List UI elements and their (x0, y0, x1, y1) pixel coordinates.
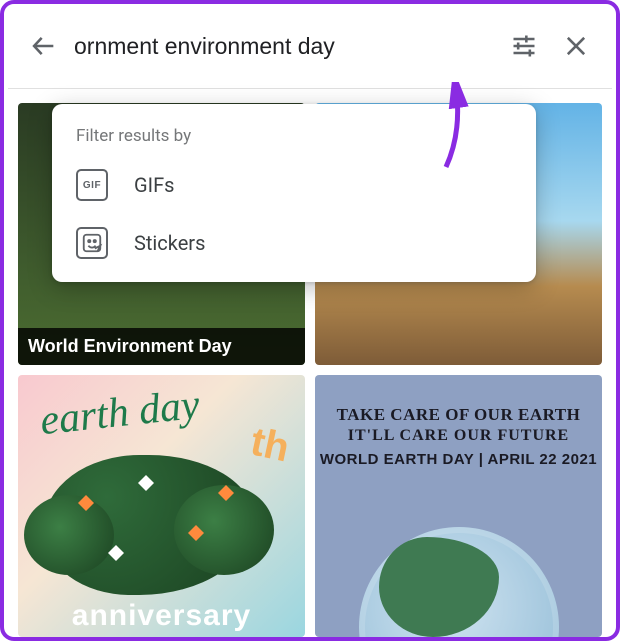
thumbnail-caption: World Environment Day (18, 328, 305, 365)
filter-option-gifs[interactable]: GIF GIFs (56, 156, 532, 214)
close-icon (562, 32, 590, 60)
thumbnail-text: WORLD EARTH DAY | APRIL 22 2021 (315, 451, 602, 468)
thumbnail-text: anniversary (18, 599, 305, 633)
search-bar (8, 4, 612, 88)
filter-option-label: GIFs (134, 173, 174, 197)
thumbnail-text: earth day (38, 381, 202, 445)
filter-popup-title: Filter results by (56, 122, 532, 156)
result-thumbnail[interactable]: TAKE CARE OF OUR EARTH IT'LL CARE OUR FU… (315, 375, 602, 637)
app-frame: World Environment Day earth day th anniv… (0, 0, 620, 641)
result-thumbnail[interactable]: earth day th anniversary (18, 375, 305, 637)
thumbnail-graphic (359, 527, 559, 637)
filter-popup: Filter results by GIF GIFs Stickers (52, 104, 536, 282)
filter-button[interactable] (498, 20, 550, 72)
app-content: World Environment Day earth day th anniv… (4, 4, 616, 641)
thumbnail-text: IT'LL CARE OUR FUTURE (315, 427, 602, 445)
clear-button[interactable] (550, 20, 602, 72)
arrow-left-icon (30, 32, 58, 60)
thumbnail-text-block: TAKE CARE OF OUR EARTH IT'LL CARE OUR FU… (315, 405, 602, 468)
gif-icon: GIF (76, 169, 108, 201)
tune-icon (510, 32, 538, 60)
thumbnail-text: TAKE CARE OF OUR EARTH (315, 405, 602, 425)
thumbnail-graphic (44, 455, 254, 595)
back-button[interactable] (18, 20, 70, 72)
filter-option-stickers[interactable]: Stickers (56, 214, 532, 272)
sticker-icon (76, 227, 108, 259)
divider-line (8, 88, 612, 89)
filter-option-label: Stickers (134, 231, 205, 255)
thumbnail-text: th (247, 420, 293, 472)
search-input[interactable] (70, 22, 498, 70)
